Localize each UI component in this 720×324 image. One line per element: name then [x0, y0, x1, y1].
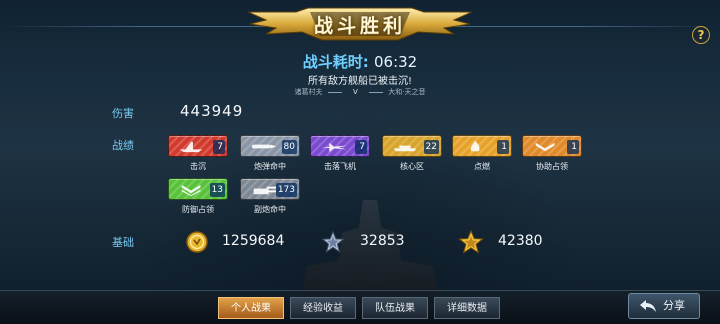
badge-fire[interactable]: 1: [452, 135, 512, 157]
divider-left: [327, 91, 342, 93]
gold-star-icon: [458, 230, 484, 254]
tab-personal-results[interactable]: 个人战果: [218, 297, 284, 319]
badge-secondary-gun[interactable]: 173: [240, 178, 300, 200]
tab-detailed-data[interactable]: 详细数据: [434, 297, 500, 319]
badge-count: 7: [213, 140, 225, 154]
secondary-gun-icon: [253, 186, 277, 195]
badge-count: 80: [281, 140, 297, 154]
victory-banner: 战斗胜利: [248, 6, 472, 41]
matchup-row: 诸葛村夫 V 大和·天之音: [0, 87, 720, 97]
star-value: 42380: [498, 233, 543, 249]
plane-shot-icon: [321, 142, 347, 153]
player-right-name: 大和·天之音: [388, 88, 426, 96]
badge-label: 击落飞机: [324, 162, 356, 171]
share-label: 分享: [663, 299, 685, 312]
share-button[interactable]: 分享: [628, 293, 700, 319]
badge-label: 副炮命中: [254, 205, 286, 214]
silver-star-icon: [322, 231, 344, 253]
vs-label: V: [352, 88, 358, 96]
badge-label: 击沉: [190, 162, 206, 171]
help-button[interactable]: ?: [692, 26, 710, 44]
share-arrow-icon: [640, 300, 656, 312]
badge-count: 22: [423, 140, 439, 154]
core-zone-icon: [393, 145, 417, 152]
tab-team-results[interactable]: 队伍战果: [362, 297, 428, 319]
badge-label: 协助占领: [536, 162, 568, 171]
gold-value: 1259684: [222, 233, 285, 249]
badge-defend-capture[interactable]: 13: [168, 178, 228, 200]
badge-label: 点燃: [474, 162, 490, 171]
battle-result-text: 所有敌方舰船已被击沉!: [307, 76, 412, 87]
badge-shell-hit[interactable]: 80: [240, 135, 300, 157]
battle-time: 战斗耗时: 06:32: [0, 51, 720, 72]
bottom-bar: [0, 290, 720, 324]
badge-label: 炮弹命中: [254, 162, 286, 171]
divider-right: [369, 91, 384, 93]
records-label: 战绩: [112, 139, 134, 152]
badge-count: 7: [355, 140, 367, 154]
sinking-ship-icon: [179, 141, 203, 153]
damage-value: 443949: [180, 102, 244, 120]
gold-coin-icon: [186, 231, 208, 253]
battle-time-value: 06:32: [374, 53, 418, 71]
badge-count: 13: [209, 183, 225, 197]
player-left-name: 诸葛村夫: [294, 88, 323, 96]
shell-hit-icon: [251, 144, 277, 149]
defend-capture-icon: [181, 184, 201, 197]
badge-label: 防御占领: [182, 205, 214, 214]
damage-label: 伤害: [112, 107, 134, 120]
badge-count: 1: [497, 140, 509, 154]
badge-assist-capture[interactable]: 1: [522, 135, 582, 157]
assist-capture-icon: [535, 142, 555, 152]
badge-sinking-ship[interactable]: 7: [168, 135, 228, 157]
base-label: 基础: [112, 236, 134, 249]
badge-count: 1: [567, 140, 579, 154]
banner-title: 战斗胜利: [313, 15, 406, 37]
badge-label: 核心区: [400, 162, 424, 171]
battle-time-label: 战斗耗时:: [302, 53, 369, 71]
silver-value: 32853: [360, 233, 405, 249]
tab-experience[interactable]: 经验收益: [290, 297, 356, 319]
badge-core-zone[interactable]: 22: [382, 135, 442, 157]
badge-count: 173: [275, 183, 297, 197]
badge-plane-shot[interactable]: 7: [310, 135, 370, 157]
fire-icon: [470, 140, 480, 152]
